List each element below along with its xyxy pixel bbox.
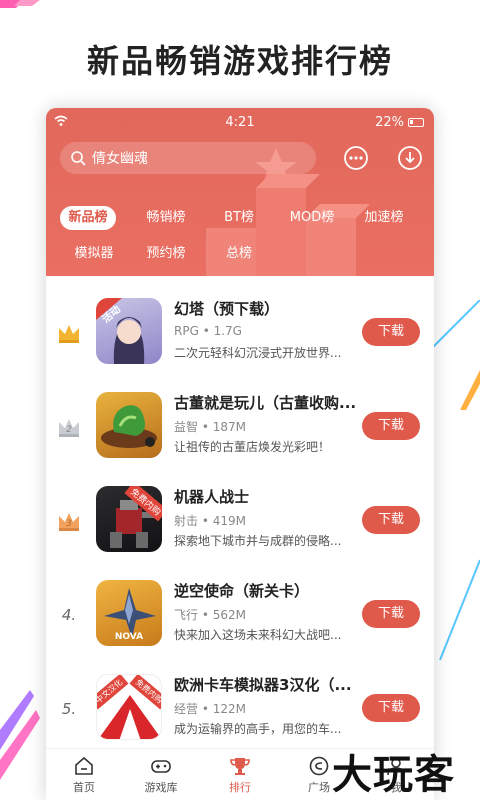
tab-new[interactable]: 新品榜 (60, 206, 116, 230)
app-screen: 4:21 22% 倩女幽魂 新品榜 畅销榜 BT榜 MOD榜 加速榜 模拟器 预… (46, 108, 434, 800)
game-art (101, 405, 157, 448)
gold-crown-icon (59, 325, 79, 343)
download-button[interactable]: 下载 (362, 506, 420, 534)
tab-preorder[interactable]: 预约榜 (138, 242, 194, 266)
download-button[interactable]: 下载 (362, 694, 420, 722)
nav-label: 排行 (229, 781, 251, 794)
decor-stroke (0, 690, 40, 780)
tab-bestselling[interactable]: 畅销榜 (138, 206, 194, 230)
search-placeholder: 倩女幽魂 (92, 151, 148, 167)
list-item[interactable]: 3 免费内购 机器人战士 射击 • 419M 探索地下城市并与成群的侵略... … (46, 474, 434, 568)
game-thumbnail[interactable]: 免费内购 (96, 486, 162, 552)
svg-text:3: 3 (66, 519, 72, 529)
message-icon[interactable] (342, 144, 370, 172)
game-title[interactable]: 逆空使命（新关卡） (174, 580, 309, 601)
download-button[interactable]: 下载 (362, 600, 420, 628)
battery-icon (408, 118, 424, 127)
bronze-crown-icon: 3 (59, 513, 79, 531)
game-meta: 经营 • 122M (174, 702, 246, 716)
game-title[interactable]: 幻塔（预下载） (174, 298, 279, 319)
rank-number: 4. (61, 606, 77, 624)
game-meta: RPG • 1.7G (174, 324, 242, 338)
game-meta: 射击 • 419M (174, 514, 246, 528)
battery-percent: 22% (375, 115, 404, 130)
tab-all[interactable]: 总榜 (214, 242, 264, 266)
svg-text:2: 2 (66, 425, 72, 435)
status-bar: 4:21 22% (46, 108, 434, 136)
game-thumbnail[interactable]: 活动 (96, 298, 162, 364)
search-icon (71, 151, 86, 166)
watermark-logo: 大玩客 (332, 752, 455, 798)
tab-mod[interactable]: MOD榜 (286, 206, 338, 230)
nav-ranking[interactable]: 排行 (205, 755, 275, 795)
rank-number: 5. (61, 700, 77, 718)
game-thumbnail[interactable] (96, 392, 162, 458)
thumbnail-caption: NOVA (114, 632, 144, 642)
nav-label: 广场 (308, 781, 330, 794)
search-box[interactable]: 倩女幽魂 (60, 142, 316, 174)
nav-game-library[interactable]: 游戏库 (126, 755, 196, 795)
trophy-icon (230, 758, 250, 775)
home-icon (75, 756, 93, 775)
game-description: 让祖传的古董店焕发光彩吧！ (174, 440, 331, 454)
silver-crown-icon: 2 (59, 419, 79, 437)
list-item[interactable]: 4. NOVA 逆空使命（新关卡） 飞行 • 562M 快来加入这场未来科幻大战… (46, 568, 434, 662)
game-meta: 飞行 • 562M (174, 608, 246, 622)
tab-bt[interactable]: BT榜 (214, 206, 264, 230)
game-thumbnail[interactable]: NOVA (96, 580, 162, 646)
game-meta: 益智 • 187M (174, 420, 246, 434)
game-title[interactable]: 机器人战士 (174, 486, 249, 507)
list-item[interactable]: 2 古董就是玩儿（古董收购... 益智 • 187M 让祖传的古董店焕发光彩吧！… (46, 380, 434, 474)
battery-status: 22% (375, 115, 424, 130)
tab-speedup[interactable]: 加速榜 (358, 206, 410, 230)
download-button[interactable]: 下载 (362, 318, 420, 346)
game-title[interactable]: 欧洲卡车模拟器3汉化（... (174, 674, 352, 695)
decor-stroke (0, 0, 40, 8)
ranking-header: 4:21 22% 倩女幽魂 新品榜 畅销榜 BT榜 MOD榜 加速榜 模拟器 预… (46, 108, 434, 276)
nav-home[interactable]: 首页 (49, 755, 119, 795)
game-description: 探索地下城市并与成群的侵略... (174, 534, 342, 548)
tab-emulator[interactable]: 模拟器 (66, 242, 122, 266)
game-description: 成为运输界的高手，用您的车... (174, 722, 342, 736)
game-title[interactable]: 古董就是玩儿（古董收购... (174, 392, 356, 413)
nav-label: 游戏库 (144, 781, 178, 794)
nav-label: 首页 (73, 781, 95, 794)
download-manager-icon[interactable] (396, 144, 424, 172)
game-description: 快来加入这场未来科幻大战吧... (174, 628, 342, 642)
download-button[interactable]: 下载 (362, 412, 420, 440)
compass-icon (309, 756, 329, 776)
page-headline: 新品畅销游戏排行榜 (86, 42, 393, 80)
list-item[interactable]: 活动 幻塔（预下载） RPG • 1.7G 二次元轻科幻沉浸式开放世界... 下… (46, 286, 434, 380)
game-description: 二次元轻科幻沉浸式开放世界... (174, 346, 342, 360)
gamepad-icon (151, 760, 171, 773)
game-thumbnail[interactable]: 中文汉化 免费内购 (96, 674, 162, 740)
